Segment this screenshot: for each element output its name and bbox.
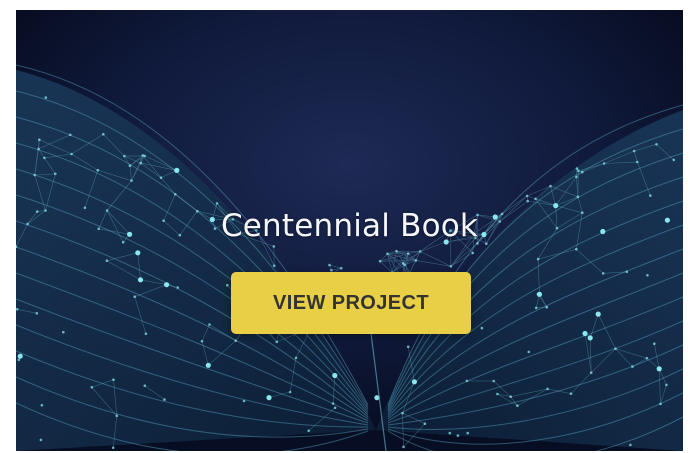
card-title: Centennial Book xyxy=(220,208,479,244)
view-project-button[interactable]: VIEW PROJECT xyxy=(231,272,471,334)
project-card: Centennial Book VIEW PROJECT xyxy=(16,10,683,451)
